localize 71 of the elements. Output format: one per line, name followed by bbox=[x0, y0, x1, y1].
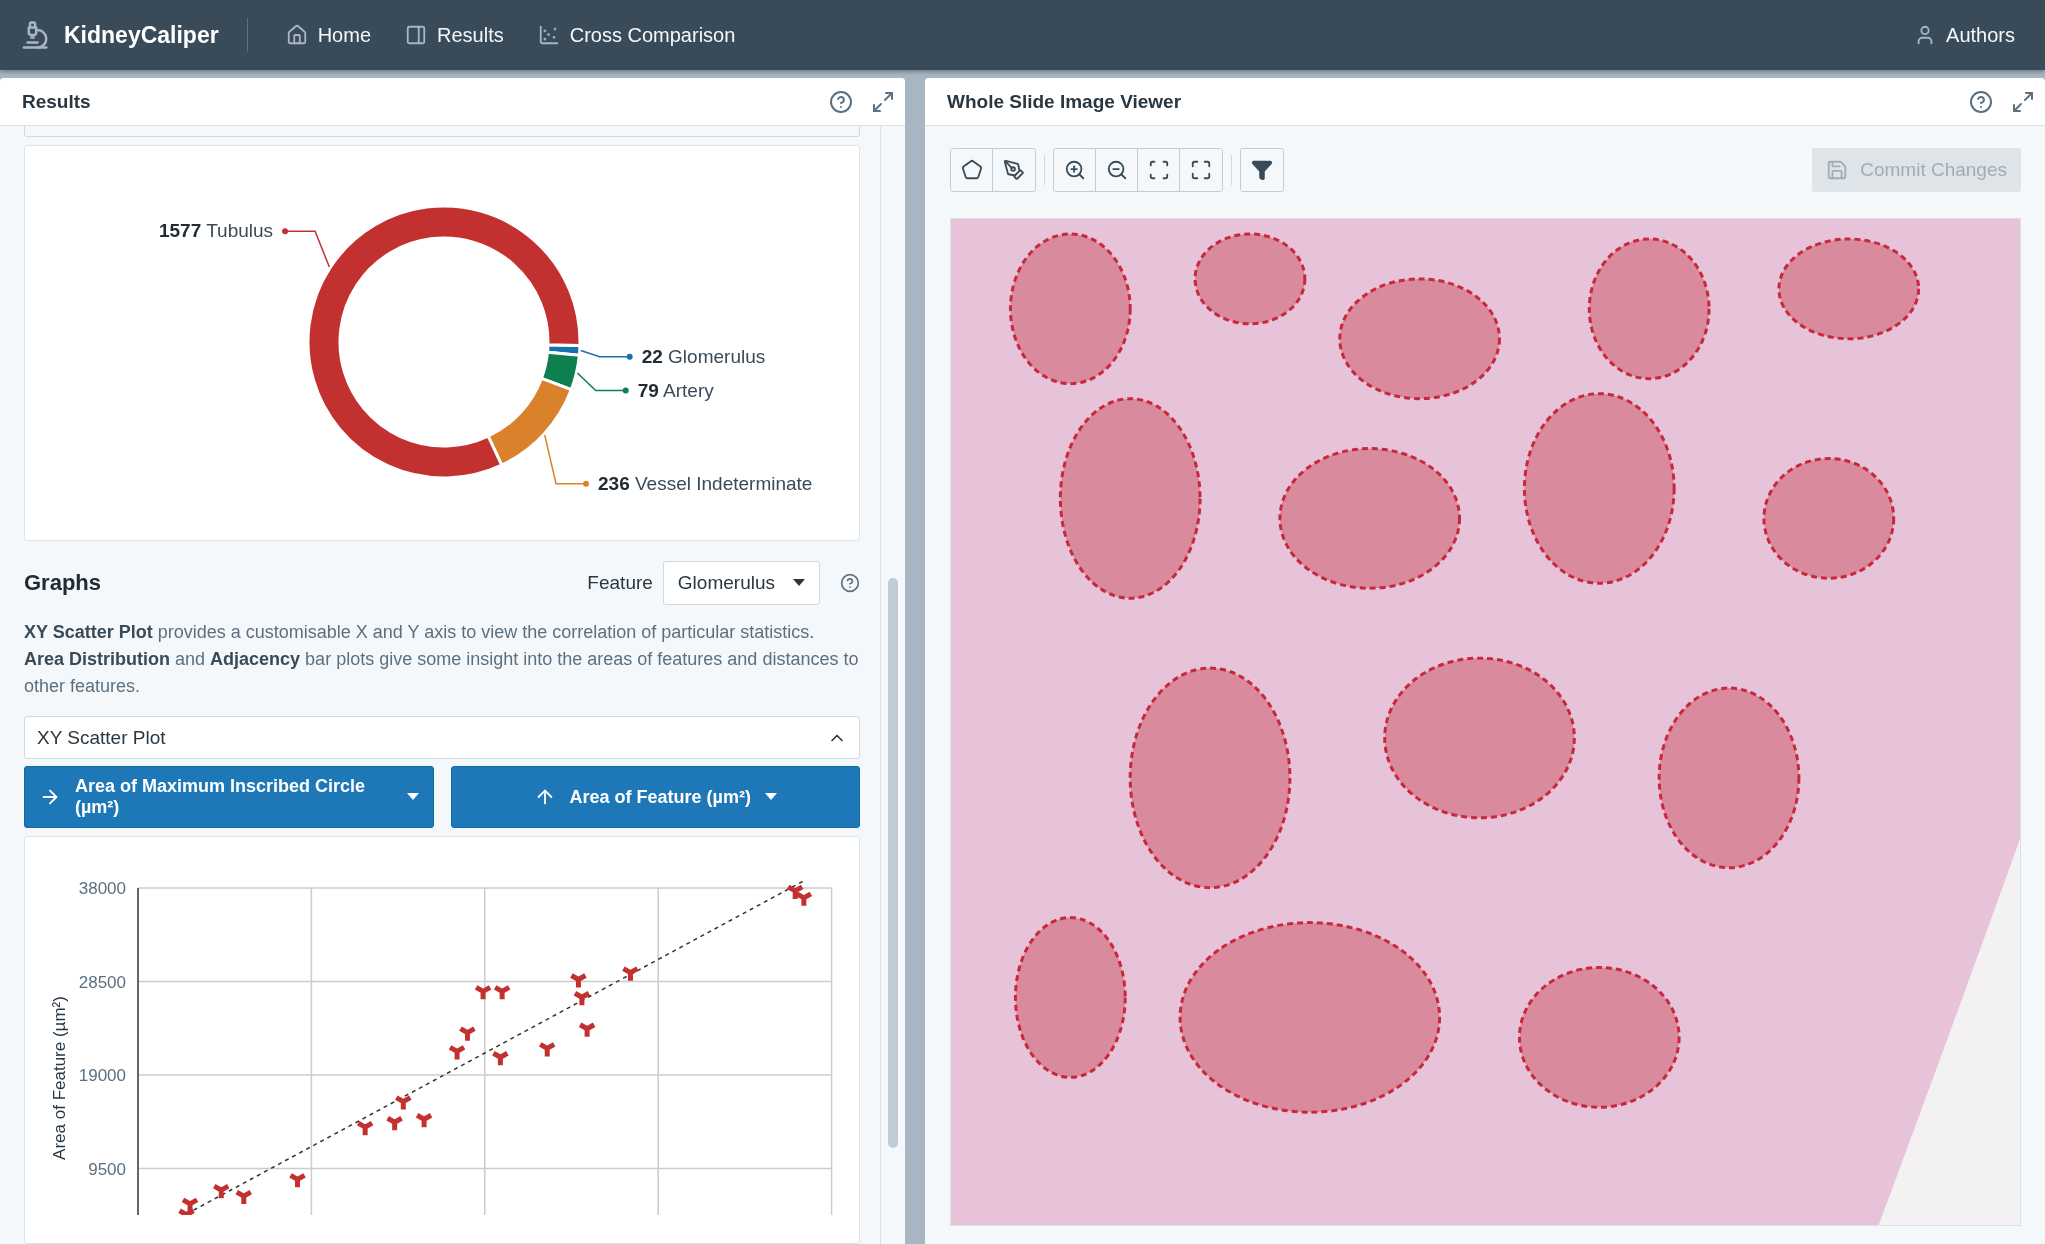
zoom-in-icon bbox=[1063, 159, 1086, 181]
axis-tick-label: 9500 bbox=[88, 1159, 126, 1179]
help-icon[interactable] bbox=[1969, 89, 1993, 114]
panel-icon bbox=[405, 24, 427, 46]
data-point bbox=[234, 1189, 254, 1207]
slice-label: 1577 Tubulus bbox=[159, 220, 274, 242]
tool-button[interactable] bbox=[1241, 149, 1283, 191]
x-axis-button[interactable]: Area of Maximum Inscribed Circle (µm²) bbox=[24, 766, 434, 828]
data-point bbox=[473, 984, 493, 1002]
authors-link[interactable]: Authors bbox=[1904, 17, 2025, 53]
data-point bbox=[447, 1044, 467, 1062]
data-point bbox=[393, 1095, 413, 1113]
data-point bbox=[457, 1026, 477, 1044]
slice-label: 79 Artery bbox=[637, 379, 714, 401]
panel-title: Whole Slide Image Viewer bbox=[947, 90, 1183, 113]
microscope-icon bbox=[20, 20, 50, 50]
data-point bbox=[577, 1022, 597, 1040]
fit-icon bbox=[1147, 159, 1170, 181]
axis-tick-label: 28500 bbox=[78, 972, 126, 992]
leader-line bbox=[282, 228, 331, 268]
data-point bbox=[414, 1112, 434, 1130]
slice-label: 236 Vessel Indeterminate bbox=[598, 472, 813, 494]
caret-icon bbox=[406, 793, 419, 801]
slice-label: 22 Glomerulus bbox=[641, 345, 766, 367]
data-point bbox=[620, 966, 640, 984]
data-point bbox=[794, 891, 814, 909]
caret-icon bbox=[793, 579, 805, 587]
description-text: XY Scatter Plot provides a customisable X and Y axis to view the correlation of particular statistics. bbox=[24, 621, 816, 644]
polygon-icon bbox=[960, 159, 983, 181]
app-title: KidneyCaliper bbox=[64, 21, 219, 49]
save-icon bbox=[1826, 159, 1849, 181]
feature-dropdown[interactable]: Glomerulus bbox=[662, 561, 820, 605]
data-point bbox=[492, 984, 512, 1002]
leader-line bbox=[543, 434, 589, 487]
leader-line bbox=[580, 349, 633, 360]
caret-icon bbox=[764, 793, 777, 801]
plot-type-select[interactable]: XY Scatter Plot bbox=[24, 716, 860, 759]
axis-title: Area of Feature (µm²) bbox=[50, 996, 69, 1160]
filter-icon bbox=[1251, 159, 1273, 181]
nav-link[interactable]: Cross Comparison bbox=[527, 17, 746, 53]
tool-button[interactable] bbox=[951, 149, 993, 191]
y-axis-button[interactable]: Area of Feature (µm²) bbox=[450, 766, 860, 828]
help-icon[interactable] bbox=[840, 573, 860, 593]
axis-tick-label: 19000 bbox=[78, 1066, 126, 1085]
tool-button[interactable] bbox=[1054, 149, 1096, 191]
help-icon[interactable] bbox=[829, 89, 853, 114]
section-heading: Graphs bbox=[24, 570, 103, 596]
expand-icon[interactable] bbox=[871, 89, 895, 114]
fullscreen-icon bbox=[1190, 159, 1212, 181]
axis-tick-label: 38000 bbox=[78, 879, 126, 898]
description-text: Area Distribution and Adjacency bar plots give some insight into the areas of features and distances to other features. bbox=[24, 648, 860, 698]
scatter-icon bbox=[537, 24, 560, 46]
pen-icon bbox=[1003, 159, 1025, 181]
data-point bbox=[288, 1172, 308, 1190]
scroll-bar[interactable] bbox=[888, 578, 898, 1148]
data-point bbox=[572, 990, 592, 1008]
nav-link[interactable]: Home bbox=[275, 17, 381, 53]
data-point bbox=[568, 973, 588, 991]
expand-icon[interactable] bbox=[2011, 89, 2035, 114]
data-point bbox=[490, 1050, 510, 1068]
zoom-out-icon bbox=[1105, 159, 1128, 181]
field-label: Feature bbox=[587, 572, 653, 594]
panel-title: Results bbox=[22, 90, 92, 113]
data-point bbox=[385, 1115, 405, 1133]
leader-line bbox=[576, 372, 629, 394]
data-point bbox=[211, 1183, 231, 1201]
nav-link[interactable]: Results bbox=[395, 17, 514, 53]
home-icon bbox=[285, 24, 308, 46]
data-point bbox=[355, 1120, 375, 1138]
data-point bbox=[785, 884, 805, 902]
data-point bbox=[537, 1041, 557, 1059]
